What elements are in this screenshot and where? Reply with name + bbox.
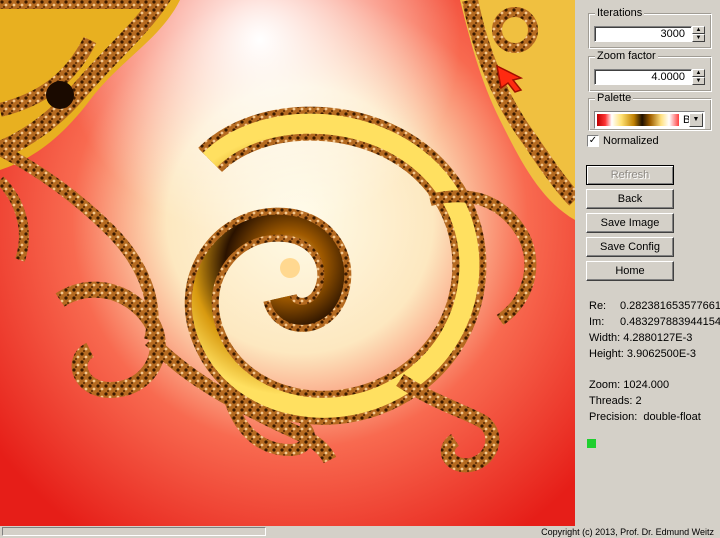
info-re-value: 0.282381653577661 [620,300,720,312]
iterations-group: Iterations 3000 ▲ ▼ [588,7,712,49]
info-threads: Threads: 2 [589,395,642,407]
info-im-value: 0.483297883944154 [620,316,720,328]
control-panel: Iterations 3000 ▲ ▼ Zoom factor 4.0000 ▲… [577,0,720,526]
spin-down-icon[interactable]: ▼ [692,34,705,42]
status-bar: Copyright (c) 2013, Prof. Dr. Edmund Wei… [0,526,720,537]
save-config-button[interactable]: Save Config [586,237,674,257]
status-pane [2,527,266,536]
info-width-label: Width: [589,332,621,344]
info-zoom: Zoom: 1024.000 [589,379,669,391]
iterations-input[interactable]: 3000 [594,26,692,42]
info-zoom-label: Zoom: [589,379,621,391]
info-width: Width: 4.2880127E-3 [589,332,692,344]
normalized-label: Normalized [603,135,659,147]
info-height-value: 3.9062500E-3 [626,348,697,360]
zoom-factor-group: Zoom factor 4.0000 ▲ ▼ [588,50,712,92]
fractal-image [0,0,575,526]
info-precision: Precision: double-float [589,411,701,423]
copyright-text: Copyright (c) 2013, Prof. Dr. Edmund Wei… [541,527,714,537]
fractal-canvas[interactable] [0,0,575,526]
info-re: Re: 0.282381653577661 [589,300,720,312]
back-button[interactable]: Back [586,189,674,209]
zoom-factor-label: Zoom factor [595,50,658,62]
info-precision-value: double-float [643,411,701,423]
spin-down-icon[interactable]: ▼ [692,77,705,85]
spin-up-icon[interactable]: ▲ [692,69,705,77]
zoom-factor-spinner[interactable]: ▲ ▼ [692,69,705,85]
info-precision-label: Precision: [589,411,638,423]
palette-label: Palette [595,92,634,104]
info-width-value: 4.2880127E-3 [623,332,693,344]
iterations-spinner[interactable]: ▲ ▼ [692,26,705,42]
info-threads-value: 2 [635,395,642,407]
save-image-button[interactable]: Save Image [586,213,674,233]
info-zoom-value: 1024.000 [623,379,670,391]
zoom-factor-input[interactable]: 4.0000 [594,69,692,85]
refresh-button[interactable]: Refresh [586,165,674,185]
info-im-label: Im: [589,316,605,328]
spin-up-icon[interactable]: ▲ [692,26,705,34]
info-height: Height: 3.9062500E-3 [589,348,696,360]
home-button[interactable]: Home [586,261,674,281]
chevron-down-icon[interactable]: ▼ [689,113,703,127]
info-im: Im: 0.483297883944154 [589,316,720,328]
normalized-checkbox[interactable]: ✓ [587,135,599,147]
info-threads-label: Threads: [589,395,633,407]
iterations-label: Iterations [595,7,645,19]
info-height-label: Height: [589,348,624,360]
palette-swatch [597,114,679,126]
red-arrow-icon [495,64,524,93]
palette-select[interactable]: B ▼ [594,111,705,129]
status-indicator [587,439,596,448]
palette-group: Palette B ▼ [588,92,712,131]
info-re-label: Re: [589,300,607,312]
